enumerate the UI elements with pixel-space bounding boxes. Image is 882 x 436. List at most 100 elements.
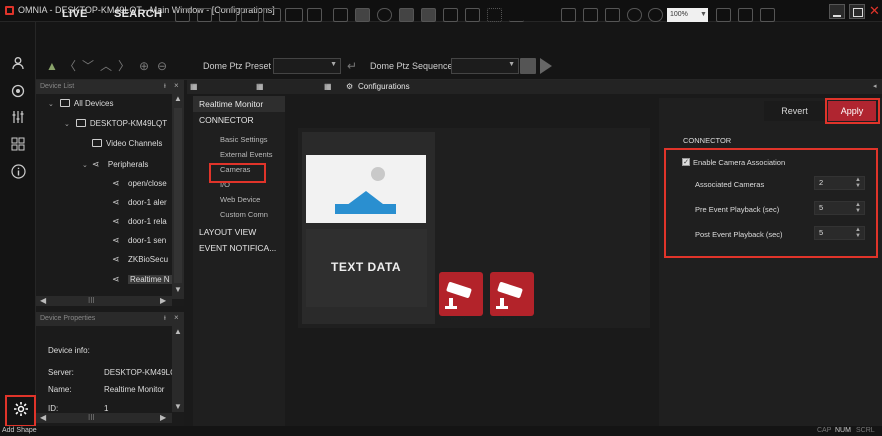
- scroll-grip[interactable]: III: [88, 296, 95, 306]
- properties-vscroll[interactable]: [172, 326, 184, 412]
- scroll-left-icon[interactable]: ◀: [40, 296, 46, 306]
- close-icon[interactable]: ×: [174, 313, 179, 322]
- map-marker-icon[interactable]: [760, 8, 775, 22]
- pin-icon[interactable]: ᵼ: [164, 81, 166, 90]
- stop-icon[interactable]: [520, 58, 536, 74]
- zoom-in-icon[interactable]: [627, 8, 642, 22]
- menu-layout-view[interactable]: LAYOUT VIEW: [193, 224, 285, 240]
- scroll-left-icon[interactable]: ◀: [40, 413, 46, 423]
- play-icon[interactable]: [540, 58, 552, 74]
- layout-icon[interactable]: [285, 8, 303, 22]
- search-tab[interactable]: SEARCH: [114, 8, 162, 20]
- joystick-icon[interactable]: ▲: [44, 58, 60, 74]
- live-tab[interactable]: LIVE: [62, 8, 88, 20]
- tree-item-peripheral[interactable]: ⋖ door-1 aler: [112, 195, 167, 209]
- check-circle-icon[interactable]: [377, 8, 392, 22]
- user-icon[interactable]: [8, 56, 28, 74]
- scroll-up-icon[interactable]: ▲: [174, 327, 182, 337]
- camera-tile-1[interactable]: [490, 272, 534, 316]
- menu-web-device[interactable]: Web Device: [193, 192, 285, 207]
- monitor-icon[interactable]: [355, 8, 370, 22]
- menu-basic-settings[interactable]: Basic Settings: [193, 132, 285, 147]
- zoom-in-icon[interactable]: ⊕: [136, 58, 152, 74]
- tab-configurations[interactable]: Configurations: [358, 80, 410, 94]
- layout-tab-icon[interactable]: ▦: [324, 80, 334, 94]
- close-button[interactable]: ✕: [867, 4, 882, 19]
- grid-icon[interactable]: [8, 137, 28, 155]
- eye-icon[interactable]: [8, 84, 28, 102]
- post-event-playback-spinner[interactable]: 5 ▲ ▼: [814, 226, 865, 240]
- layout-icon[interactable]: [307, 8, 322, 22]
- dome-ptz-sequence-select[interactable]: ▼: [451, 58, 519, 74]
- chevron-left-icon[interactable]: 〈: [62, 58, 78, 74]
- dots-icon[interactable]: [487, 8, 502, 22]
- gear-icon[interactable]: [9, 398, 33, 424]
- spinner-arrows-icon[interactable]: ▲ ▼: [855, 202, 861, 214]
- wave-icon[interactable]: [509, 8, 524, 22]
- minimize-button[interactable]: [829, 4, 845, 19]
- camera-icon[interactable]: [561, 8, 576, 22]
- image-placeholder[interactable]: [306, 155, 426, 223]
- spinner-arrows-icon[interactable]: ▲ ▼: [855, 177, 861, 189]
- menu-custom-command[interactable]: Custom Comn: [193, 207, 285, 222]
- layout-icon[interactable]: [241, 8, 259, 22]
- chevron-down-icon[interactable]: ﹀: [80, 58, 96, 74]
- menu-connector[interactable]: CONNECTOR: [193, 112, 285, 128]
- scroll-right-icon[interactable]: ▶: [160, 296, 166, 306]
- tree-item-server[interactable]: ⌄ DESKTOP-KM49LQT: [64, 117, 167, 131]
- camera-tile-0[interactable]: [439, 272, 483, 316]
- scroll-up-icon[interactable]: ▲: [174, 94, 182, 104]
- tree-item-all-devices[interactable]: ⌄ All Devices: [48, 97, 113, 111]
- tree-item-video-channels[interactable]: Video Channels: [92, 137, 162, 151]
- zoom-out-icon[interactable]: [648, 8, 663, 22]
- close-icon[interactable]: ×: [174, 81, 179, 90]
- chevron-up-icon[interactable]: ︿: [98, 58, 114, 74]
- brush-icon[interactable]: [443, 8, 458, 22]
- export-icon[interactable]: [605, 8, 620, 22]
- print-icon[interactable]: [583, 8, 598, 22]
- dome-ptz-preset-select[interactable]: ▼: [273, 58, 341, 74]
- menu-event-notifications[interactable]: EVENT NOTIFICA...: [193, 240, 285, 256]
- fullscreen-icon[interactable]: [175, 8, 190, 22]
- resize-icon[interactable]: [716, 8, 731, 22]
- scroll-grip[interactable]: III: [88, 413, 95, 423]
- tree-item-peripheral[interactable]: ⋖ ZKBioSecu: [112, 252, 168, 266]
- tree-item-peripheral[interactable]: ⋖ door-1 rela: [112, 214, 167, 228]
- device-list-hscroll[interactable]: [36, 296, 172, 306]
- menu-external-events[interactable]: External Events: [193, 147, 285, 162]
- layout-icon[interactable]: [219, 8, 237, 22]
- apply-button[interactable]: Apply: [828, 101, 876, 121]
- maximize-button[interactable]: [849, 4, 865, 19]
- tree-item-peripherals[interactable]: ⌄ ⋖ Peripherals: [82, 157, 148, 171]
- tree-item-peripheral[interactable]: ⋖ open/close: [112, 176, 167, 190]
- square-icon[interactable]: [421, 8, 436, 22]
- zoom-out-icon[interactable]: ⊖: [154, 58, 170, 74]
- tree-item-peripheral-selected[interactable]: ⋖ Realtime N: [112, 272, 172, 286]
- edit-icon[interactable]: [197, 8, 212, 22]
- info-icon[interactable]: [8, 164, 28, 182]
- return-icon[interactable]: ↵: [344, 58, 360, 74]
- chevron-left-icon[interactable]: ◂: [873, 82, 877, 90]
- square-icon[interactable]: [399, 8, 414, 22]
- device-list-vscroll[interactable]: [172, 94, 184, 299]
- save-layout-icon[interactable]: [333, 8, 348, 22]
- properties-hscroll[interactable]: [36, 413, 172, 423]
- spinner-arrows-icon[interactable]: ▲ ▼: [855, 227, 861, 239]
- menu-realtime-monitor[interactable]: Realtime Monitor: [193, 96, 285, 112]
- revert-button[interactable]: Revert: [764, 101, 825, 121]
- layout-tab-icon[interactable]: ▦: [256, 80, 266, 94]
- chevron-right-icon[interactable]: 〉: [116, 58, 132, 74]
- scroll-right-icon[interactable]: ▶: [160, 413, 166, 423]
- image-icon[interactable]: [465, 8, 480, 22]
- associated-cameras-spinner[interactable]: 2 ▲ ▼: [814, 176, 865, 190]
- layout-tab-icon[interactable]: ▦: [190, 80, 200, 94]
- scroll-thumb[interactable]: [174, 108, 182, 283]
- enable-camera-association-checkbox[interactable]: ✓: [682, 158, 690, 166]
- scroll-down-icon[interactable]: ▼: [174, 285, 182, 295]
- layout-icon[interactable]: [263, 8, 281, 22]
- image-select-icon[interactable]: [738, 8, 753, 22]
- pin-icon[interactable]: ᵼ: [164, 313, 166, 322]
- sliders-icon[interactable]: [8, 110, 28, 128]
- scroll-down-icon[interactable]: ▼: [174, 402, 182, 412]
- tree-item-peripheral[interactable]: ⋖ door-1 sen: [112, 233, 166, 247]
